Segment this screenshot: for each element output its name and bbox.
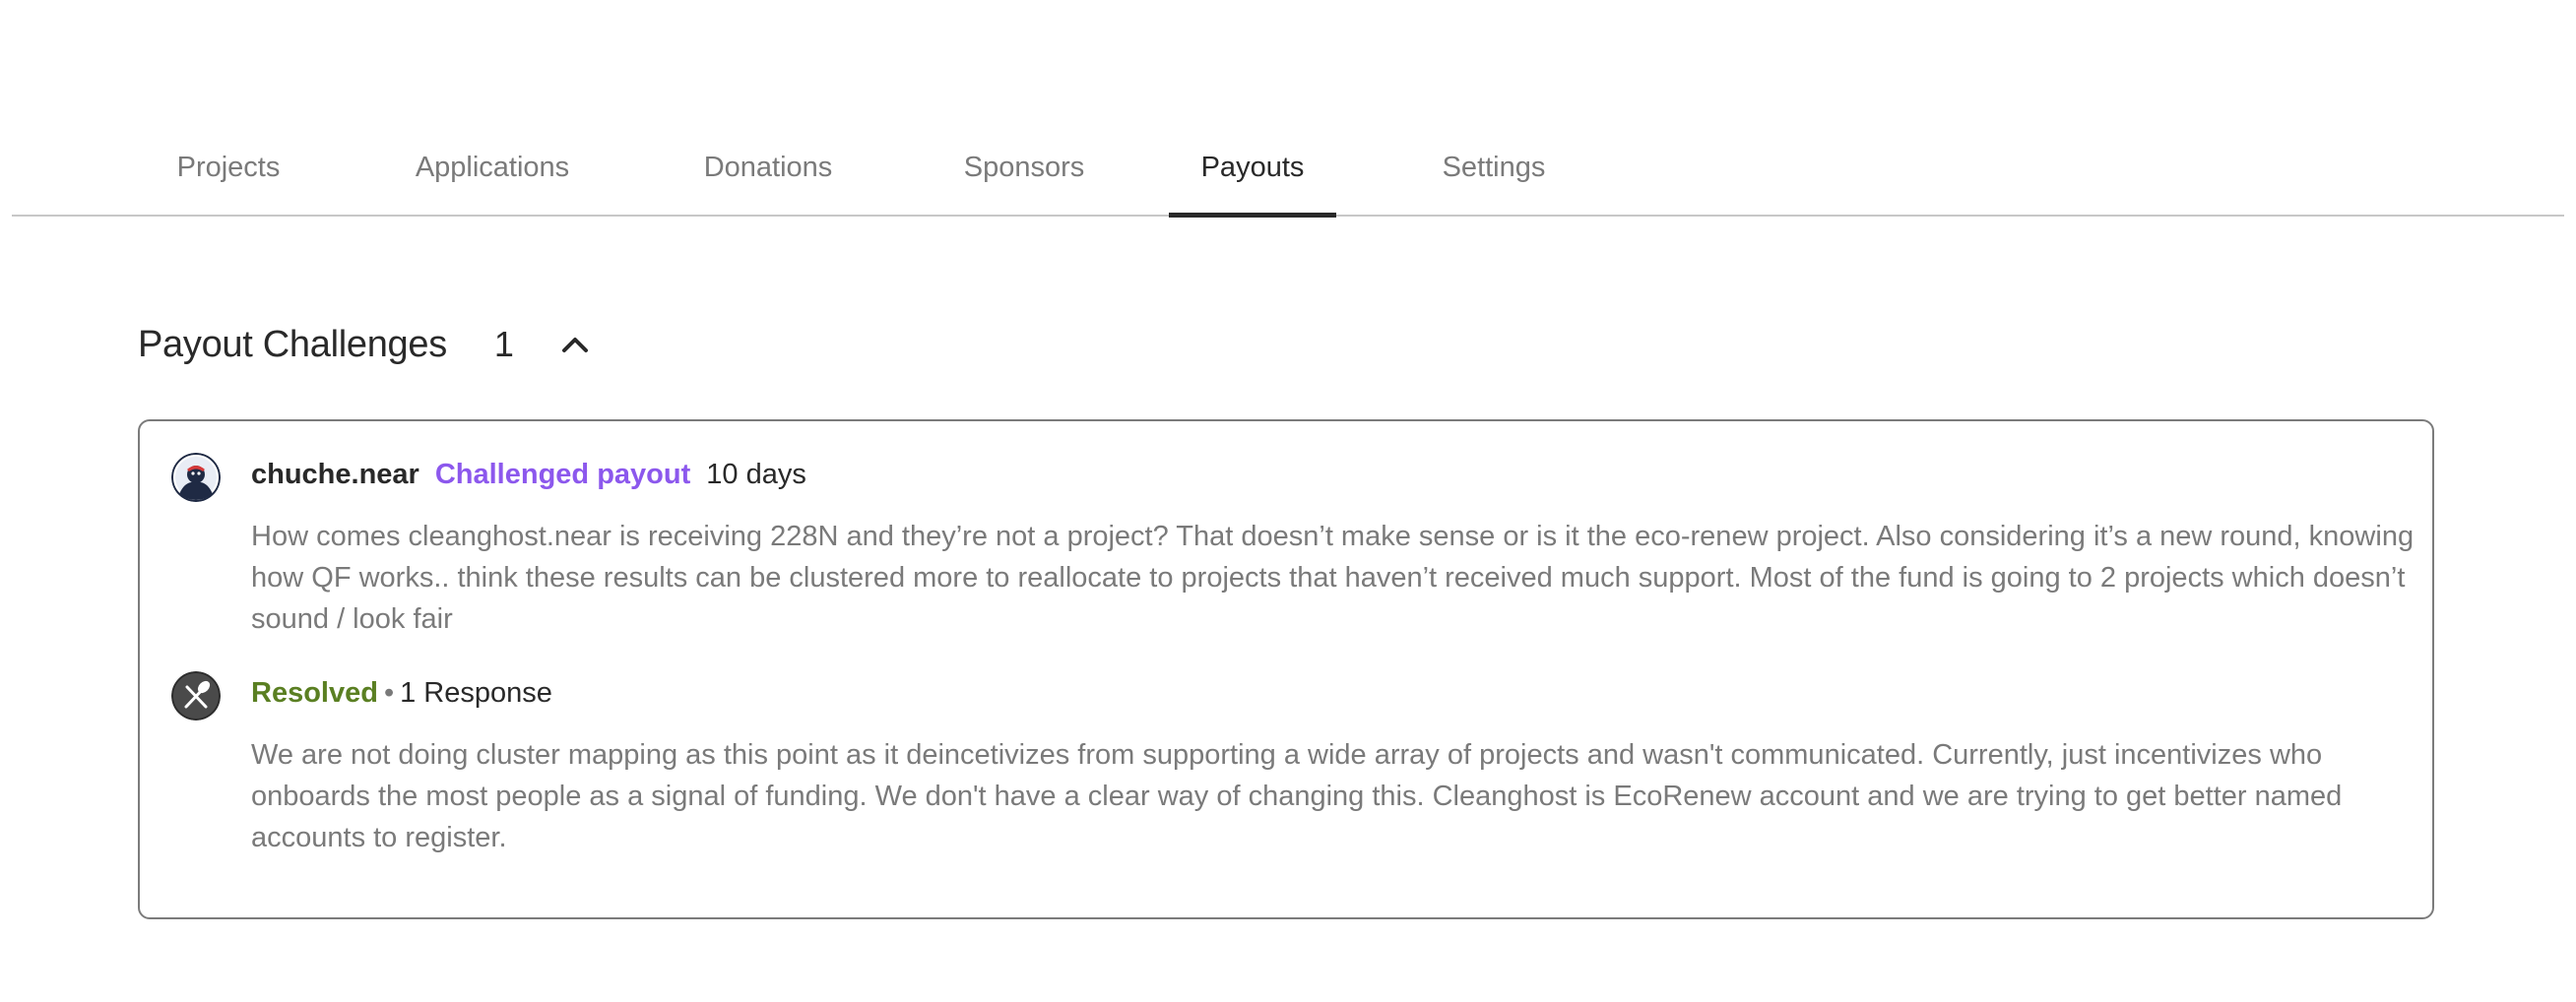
responder-avatar[interactable] [171,671,221,720]
challenge-action-label: Challenged payout [434,458,691,490]
tab-donations[interactable]: Donations [687,152,849,215]
active-tab-indicator [1169,213,1336,218]
challenge-time: 10 days [706,458,806,490]
payout-challenges-header: Payout Challenges 1 [138,320,595,369]
tab-projects[interactable]: Projects [169,152,288,215]
status-badge: Resolved [251,676,378,709]
challenge-count: 1 [493,324,514,364]
section-title: Payout Challenges [138,323,447,365]
tab-payouts[interactable]: Payouts [1169,152,1336,215]
avatar[interactable] [171,453,221,502]
chevron-up-icon[interactable] [555,325,595,364]
challenge-text: How comes cleanghost.near is receiving 2… [251,521,2415,635]
response-text: We are not doing cluster mapping as this… [251,739,2343,853]
tab-sponsors[interactable]: Sponsors [947,152,1101,215]
challenge-header: chuche.near Challenged payout 10 days [251,455,806,494]
tab-settings[interactable]: Settings [1422,152,1566,215]
challenger-username[interactable]: chuche.near [251,459,419,491]
response-header: Resolved • 1 Response [251,673,552,713]
response-count[interactable]: 1 Response [400,677,552,710]
challenge-card: chuche.near Challenged payout 10 days Ho… [138,419,2434,919]
tab-applications[interactable]: Applications [399,152,586,215]
tab-bar: Projects Applications Donations Sponsors… [12,126,2564,218]
separator-dot: • [383,676,395,709]
